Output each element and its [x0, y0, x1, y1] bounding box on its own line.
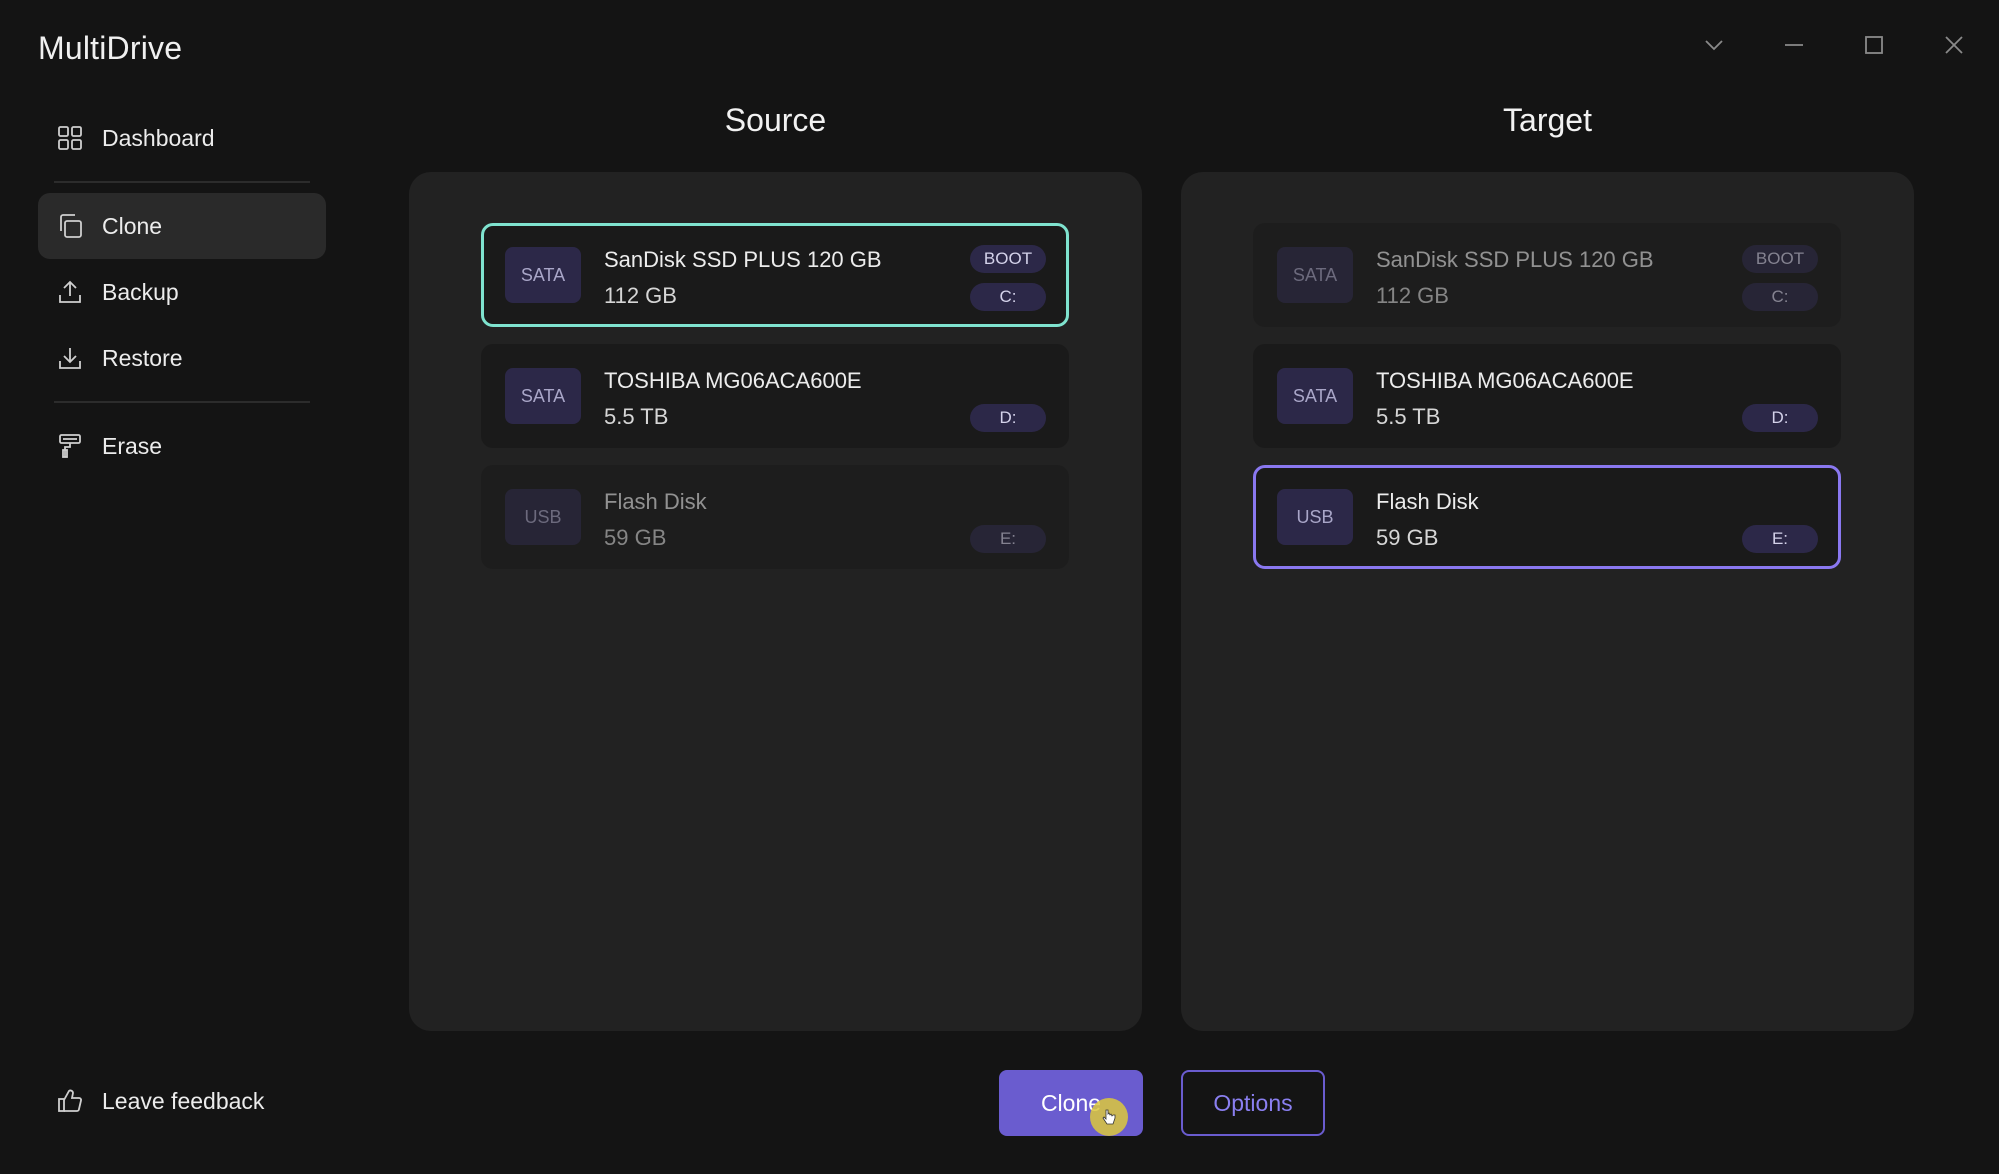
drive-letter-badge: C:	[970, 283, 1046, 311]
pointer-cursor-icon	[1090, 1098, 1128, 1136]
drive-type-badge: SATA	[1277, 247, 1353, 303]
drive-letter-badge: E:	[970, 525, 1046, 553]
drive-type-badge: SATA	[505, 368, 581, 424]
sidebar-item-backup[interactable]: Backup	[38, 259, 326, 325]
drive-size: 59 GB	[1376, 525, 1439, 550]
divider	[54, 181, 310, 183]
maximize-icon[interactable]	[1859, 30, 1889, 60]
drive-letter-badge: C:	[1742, 283, 1818, 311]
drive-name: Flash Disk	[1376, 489, 1479, 514]
options-button[interactable]: Options	[1181, 1070, 1325, 1136]
chevron-down-icon[interactable]	[1699, 30, 1729, 60]
leave-feedback-link[interactable]: Leave feedback	[38, 1068, 326, 1134]
drive-type-badge: USB	[505, 489, 581, 545]
target-drive-flash[interactable]: USB Flash Disk 59 GB E:	[1253, 465, 1841, 569]
divider	[54, 401, 310, 403]
copy-icon	[56, 212, 84, 240]
sidebar-item-label: Dashboard	[102, 124, 215, 151]
drive-size: 112 GB	[604, 283, 677, 308]
source-drive-sandisk[interactable]: SATA SanDisk SSD PLUS 120 GB 112 GB BOOT…	[481, 223, 1069, 327]
drive-size: 5.5 TB	[604, 404, 669, 429]
boot-badge: BOOT	[970, 245, 1046, 273]
drive-letter-badge: D:	[970, 404, 1046, 432]
target-title: Target	[1503, 102, 1592, 138]
sidebar-item-label: Backup	[102, 278, 179, 305]
download-icon	[56, 344, 84, 372]
sidebar-item-label: Erase	[102, 432, 163, 459]
drive-name: TOSHIBA MG06ACA600E	[1376, 368, 1634, 393]
drive-size: 112 GB	[1376, 283, 1449, 308]
drive-name: SanDisk SSD PLUS 120 GB	[604, 247, 882, 272]
drive-name: Flash Disk	[604, 489, 707, 514]
target-drive-toshiba[interactable]: SATA TOSHIBA MG06ACA600E 5.5 TB D:	[1253, 344, 1841, 448]
source-drive-toshiba[interactable]: SATA TOSHIBA MG06ACA600E 5.5 TB D:	[481, 344, 1069, 448]
app-title: MultiDrive	[38, 30, 183, 66]
target-drive-sandisk: SATA SanDisk SSD PLUS 120 GB 112 GB BOOT…	[1253, 223, 1841, 327]
sidebar: Dashboard Clone Backup Restore Erase	[38, 105, 326, 479]
close-icon[interactable]	[1939, 30, 1969, 60]
sidebar-item-restore[interactable]: Restore	[38, 325, 326, 391]
drive-size: 59 GB	[604, 525, 667, 550]
upload-icon	[56, 278, 84, 306]
boot-badge: BOOT	[1742, 245, 1818, 273]
source-title: Source	[724, 102, 827, 138]
source-drive-flash: USB Flash Disk 59 GB E:	[481, 465, 1069, 569]
paint-roller-icon	[56, 432, 84, 460]
drive-type-badge: SATA	[505, 247, 581, 303]
target-panel: SATA SanDisk SSD PLUS 120 GB 112 GB BOOT…	[1181, 172, 1914, 1031]
sidebar-item-erase[interactable]: Erase	[38, 413, 326, 479]
minimize-icon[interactable]	[1779, 30, 1809, 60]
grid-icon	[56, 124, 84, 152]
sidebar-item-clone[interactable]: Clone	[38, 193, 326, 259]
window-controls	[1699, 30, 1969, 60]
sidebar-item-dashboard[interactable]: Dashboard	[38, 105, 326, 171]
drive-type-badge: SATA	[1277, 368, 1353, 424]
source-panel: SATA SanDisk SSD PLUS 120 GB 112 GB BOOT…	[409, 172, 1142, 1031]
thumbs-up-icon	[56, 1087, 84, 1115]
feedback-label: Leave feedback	[102, 1087, 265, 1114]
drive-size: 5.5 TB	[1376, 404, 1441, 429]
sidebar-item-label: Restore	[102, 344, 183, 371]
drive-letter-badge: D:	[1742, 404, 1818, 432]
drive-name: SanDisk SSD PLUS 120 GB	[1376, 247, 1654, 272]
drive-type-badge: USB	[1277, 489, 1353, 545]
sidebar-item-label: Clone	[102, 212, 163, 239]
drive-name: TOSHIBA MG06ACA600E	[604, 368, 862, 393]
feedback-area: Leave feedback	[38, 1068, 326, 1134]
drive-letter-badge: E:	[1742, 525, 1818, 553]
